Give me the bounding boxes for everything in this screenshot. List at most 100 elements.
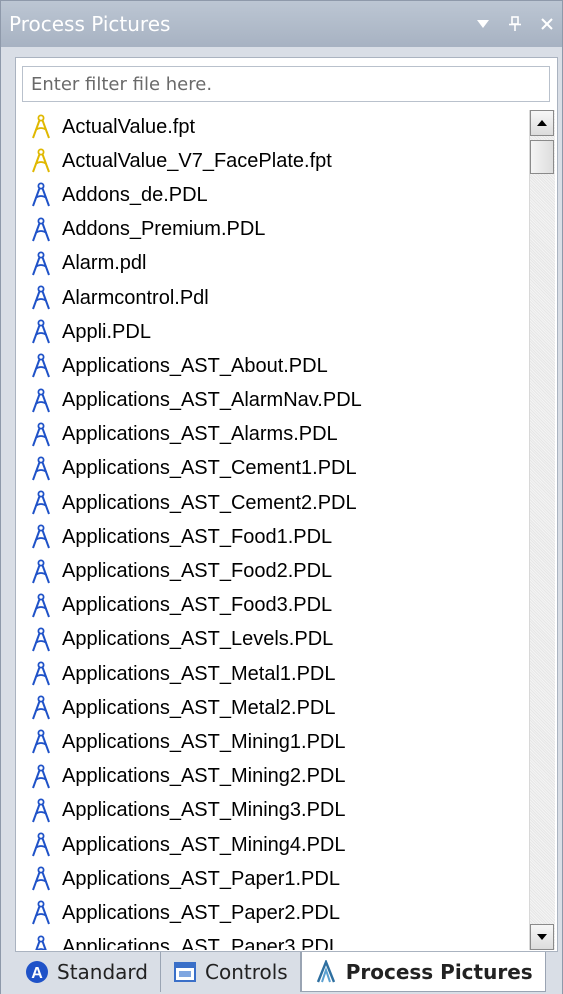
close-icon[interactable] [538,15,556,33]
file-name: Applications_AST_Mining3.PDL [62,799,346,822]
list-item[interactable]: Applications_AST_Levels.PDL [20,623,528,657]
file-name: Alarm.pdl [62,252,147,275]
file-name: ActualValue_V7_FacePlate.fpt [62,149,332,172]
pin-icon[interactable] [506,15,524,33]
faceplate-compass-icon [32,148,50,173]
file-name: Addons_Premium.PDL [62,218,266,241]
file-name: Applications_AST_Paper3.PDL [62,936,340,950]
faceplate-compass-icon [32,114,50,139]
tab-controls[interactable]: Controls [161,952,301,992]
picture-compass-icon [32,559,50,583]
picture-compass-icon [32,319,50,344]
titlebar-buttons [474,1,556,47]
file-name: Appli.PDL [62,320,151,343]
list-item[interactable]: Applications_AST_Mining2.PDL [20,760,528,794]
process-pictures-panel: Process Pictures ActualV [0,0,563,994]
list-item[interactable]: Alarm.pdl [20,247,528,281]
picture-compass-icon [32,251,50,276]
picture-compass-icon [32,695,50,720]
list-item[interactable]: Applications_AST_Paper3.PDL [20,931,528,950]
scrollbar-thumb[interactable] [530,140,554,174]
list-item[interactable]: Applications_AST_AlarmNav.PDL [20,384,528,418]
picture-compass-icon [32,456,50,481]
picture-compass-icon [32,593,50,618]
tab-process-pictures-label: Process Pictures [345,959,533,984]
picture-compass-icon [32,764,50,789]
panel-title: Process Pictures [9,12,171,36]
tab-standard[interactable]: A Standard [13,952,161,992]
file-name: Applications_AST_Mining2.PDL [62,765,346,788]
picture-compass-icon [32,388,50,412]
list-item[interactable]: ActualValue_V7_FacePlate.fpt [20,144,528,178]
panel-titlebar: Process Pictures [1,1,562,47]
file-name: Applications_AST_AlarmNav.PDL [62,389,362,412]
picture-compass-icon [32,661,50,686]
picture-compass-icon [32,900,50,925]
list-item[interactable]: Applications_AST_Metal1.PDL [20,657,528,691]
file-name: Alarmcontrol.Pdl [62,286,209,309]
picture-compass-icon [32,627,50,652]
tab-standard-label: Standard [57,960,148,984]
list-item[interactable]: ActualValue.fpt [20,110,528,144]
picture-compass-icon [32,182,50,207]
standard-objects-icon: A [25,960,49,984]
file-name: Applications_AST_Levels.PDL [62,628,334,651]
file-name: Applications_AST_Mining4.PDL [62,833,346,856]
file-name: Applications_AST_Food3.PDL [62,594,333,617]
scroll-down-button[interactable] [530,924,554,950]
scroll-up-button[interactable] [530,110,554,136]
picture-compass-icon [32,798,50,823]
list-item[interactable]: Applications_AST_Food2.PDL [20,554,528,588]
picture-compass-icon [32,866,50,891]
arrow-up-icon [537,120,547,126]
filter-input[interactable] [22,66,550,102]
file-name: Addons_de.PDL [62,183,208,206]
list-item[interactable]: Appli.PDL [20,315,528,349]
list-item[interactable]: Applications_AST_Food3.PDL [20,589,528,623]
list-item[interactable]: Applications_AST_Metal2.PDL [20,691,528,725]
file-name: Applications_AST_Cement2.PDL [62,491,357,514]
file-list-viewport: ActualValue.fpt ActualValue_V7_FacePlate.… [20,110,528,950]
picture-compass-icon [32,422,50,447]
dropdown-icon[interactable] [474,15,492,33]
list-item[interactable]: Applications_AST_Mining1.PDL [20,725,528,759]
list-item[interactable]: Applications_AST_Mining4.PDL [20,828,528,862]
vertical-scrollbar[interactable] [529,110,555,950]
picture-compass-icon [32,729,50,754]
picture-compass-icon [32,285,50,310]
list-item[interactable]: Addons_Premium.PDL [20,213,528,247]
list-item[interactable]: Applications_AST_Food1.PDL [20,520,528,554]
svg-text:A: A [31,965,43,982]
file-name: Applications_AST_Paper1.PDL [62,867,340,890]
file-name: Applications_AST_Metal1.PDL [62,662,336,685]
file-name: Applications_AST_Mining1.PDL [62,730,346,753]
file-name: Applications_AST_Food2.PDL [62,560,333,583]
file-name: Applications_AST_Paper2.PDL [62,901,340,924]
file-list: ActualValue.fpt ActualValue_V7_FacePlate.… [20,110,528,950]
file-name: ActualValue.fpt [62,115,196,138]
bottom-tabs: A Standard Controls Process Pictures [1,952,562,994]
picture-compass-icon [35,935,47,950]
tab-controls-label: Controls [205,960,288,984]
file-name: Applications_AST_Metal2.PDL [62,696,336,719]
file-name: Applications_AST_Alarms.PDL [62,423,338,446]
list-item[interactable]: Applications_AST_Mining3.PDL [20,794,528,828]
list-item[interactable]: Applications_AST_Paper1.PDL [20,862,528,896]
picture-compass-icon [32,217,50,242]
arrow-down-icon [537,934,547,940]
list-item[interactable]: Applications_AST_Alarms.PDL [20,418,528,452]
list-item[interactable]: Alarmcontrol.Pdl [20,281,528,315]
tab-process-pictures[interactable]: Process Pictures [300,952,546,992]
list-item[interactable]: Addons_de.PDL [20,178,528,212]
picture-compass-icon [32,832,50,857]
picture-compass-icon [32,490,50,515]
file-name: Applications_AST_About.PDL [62,354,328,377]
list-item[interactable]: Applications_AST_Paper2.PDL [20,896,528,930]
list-item[interactable]: Applications_AST_Cement1.PDL [20,452,528,486]
picture-compass-icon [32,524,50,549]
controls-icon [173,960,197,984]
file-name: Applications_AST_Cement1.PDL [62,457,357,480]
list-item[interactable]: Applications_AST_About.PDL [20,349,528,383]
picture-compass-icon [32,353,50,378]
list-item[interactable]: Applications_AST_Cement2.PDL [20,486,528,520]
